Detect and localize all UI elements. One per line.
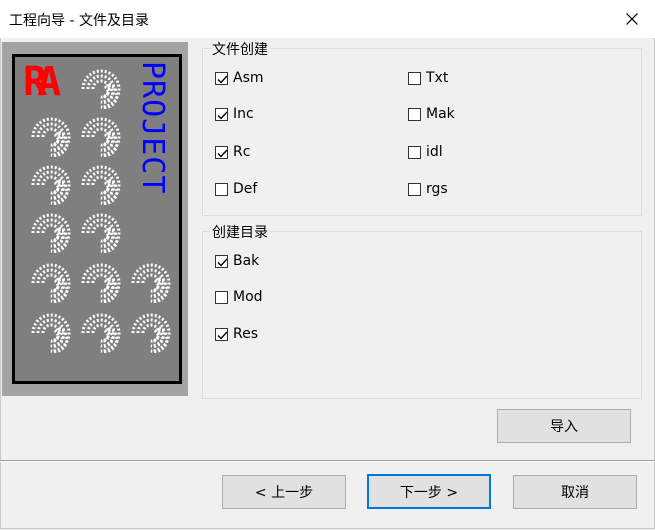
swirl-icon bbox=[81, 213, 121, 254]
checkbox-box[interactable] bbox=[215, 182, 228, 196]
swirl-icon bbox=[81, 69, 121, 110]
checkbox-bak[interactable]: Bak bbox=[215, 253, 259, 269]
checkbox-idl[interactable]: idl bbox=[408, 144, 443, 160]
checkbox-box[interactable] bbox=[215, 107, 228, 121]
swirl-icon bbox=[31, 165, 71, 206]
swirl-icon bbox=[31, 213, 71, 254]
separator-highlight bbox=[0, 461, 655, 462]
close-icon bbox=[626, 13, 638, 25]
swirl-icon bbox=[131, 263, 171, 304]
checkbox-box[interactable] bbox=[408, 107, 421, 121]
checkbox-box[interactable] bbox=[215, 145, 228, 159]
checkbox-box[interactable] bbox=[408, 145, 421, 159]
checkbox-box[interactable] bbox=[215, 254, 228, 268]
cancel-button[interactable]: 取消 bbox=[513, 475, 637, 509]
checkbox-def[interactable]: Def bbox=[215, 181, 257, 197]
checkbox-label: Bak bbox=[233, 253, 260, 269]
checkbox-asm[interactable]: Asm bbox=[215, 70, 264, 86]
checkbox-inc[interactable]: Inc bbox=[215, 106, 254, 122]
checkbox-box[interactable] bbox=[215, 327, 228, 341]
checkbox-mak[interactable]: Mak bbox=[408, 106, 455, 122]
checkbox-label: Mak bbox=[426, 106, 455, 122]
wizard-image: RA PROJECT bbox=[2, 42, 188, 396]
prev-button[interactable]: < 上一步 bbox=[222, 475, 346, 509]
swirl-icon bbox=[31, 313, 71, 354]
check-icon bbox=[217, 149, 228, 158]
checkbox-label: Res bbox=[233, 326, 259, 342]
title-bar: 工程向导 - 文件及目录 bbox=[0, 0, 655, 38]
swirl-icon bbox=[81, 117, 121, 158]
checkbox-label: Inc bbox=[233, 106, 254, 122]
checkbox-label: Mod bbox=[233, 289, 263, 305]
swirl-icon bbox=[81, 263, 121, 304]
check-icon bbox=[217, 75, 228, 84]
checkbox-label: rgs bbox=[426, 181, 448, 197]
directory-creation-group bbox=[202, 231, 642, 399]
checkbox-rgs[interactable]: rgs bbox=[408, 181, 448, 197]
logo-text: RA bbox=[23, 59, 61, 105]
checkbox-box[interactable] bbox=[408, 182, 421, 196]
import-button[interactable]: 导入 bbox=[497, 409, 631, 443]
check-icon bbox=[217, 111, 228, 120]
close-button[interactable] bbox=[609, 0, 655, 38]
file-creation-legend: 文件创建 bbox=[210, 39, 270, 59]
checkbox-rc[interactable]: Rc bbox=[215, 144, 250, 160]
directory-creation-legend: 创建目录 bbox=[210, 222, 270, 242]
checkbox-label: Def bbox=[233, 181, 258, 197]
checkbox-label: Asm bbox=[233, 70, 264, 86]
swirl-icon bbox=[31, 263, 71, 304]
checkbox-label: idl bbox=[426, 144, 443, 160]
window-title: 工程向导 - 文件及目录 bbox=[9, 13, 149, 29]
swirl-icon bbox=[81, 313, 121, 354]
swirl-icon bbox=[31, 117, 71, 158]
checkbox-label: Txt bbox=[426, 70, 449, 86]
checkbox-mod[interactable]: Mod bbox=[215, 289, 263, 305]
project-vertical-text: PROJECT bbox=[135, 61, 170, 195]
swirl-icon bbox=[131, 313, 171, 354]
check-icon bbox=[217, 331, 228, 340]
wizard-image-panel: RA PROJECT bbox=[12, 54, 182, 384]
checkbox-box[interactable] bbox=[215, 71, 228, 85]
checkbox-res[interactable]: Res bbox=[215, 326, 258, 342]
checkbox-box[interactable] bbox=[408, 71, 421, 85]
swirl-icon bbox=[81, 165, 121, 206]
checkbox-txt[interactable]: Txt bbox=[408, 70, 448, 86]
check-icon bbox=[217, 258, 228, 267]
next-button[interactable]: 下一步 > bbox=[367, 474, 491, 509]
checkbox-label: Rc bbox=[233, 144, 251, 160]
checkbox-box[interactable] bbox=[215, 290, 228, 304]
